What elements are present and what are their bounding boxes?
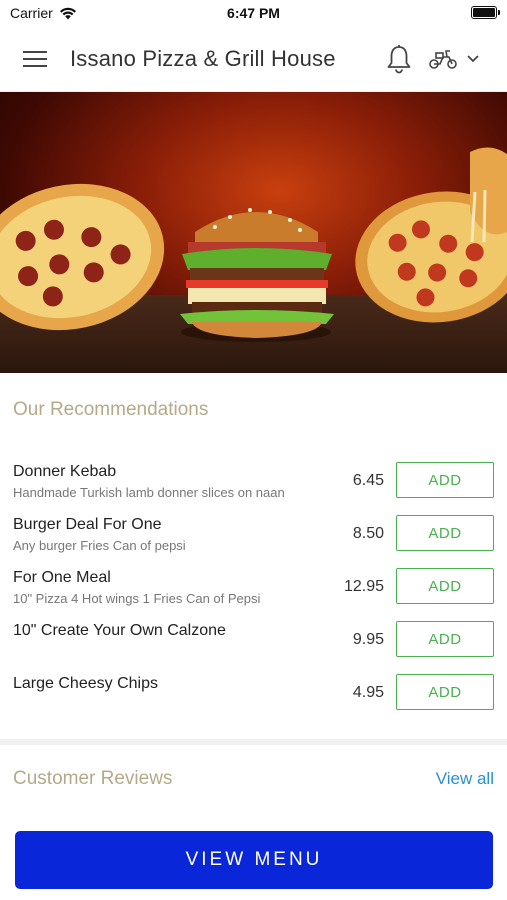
food-banner-image xyxy=(0,147,507,342)
list-item: For One Meal 10" Pizza 4 Hot wings 1 Fri… xyxy=(13,562,494,615)
add-button[interactable]: ADD xyxy=(396,568,494,604)
item-price: 6.45 xyxy=(352,472,384,489)
item-name: Donner Kebab xyxy=(13,463,117,480)
notifications-button[interactable] xyxy=(382,42,416,76)
list-item: Large Cheesy Chips 4.95 ADD xyxy=(13,668,494,721)
hero-banner xyxy=(0,92,507,373)
reviews-title: Customer Reviews xyxy=(13,768,173,789)
status-time: 6:47 PM xyxy=(227,5,280,21)
menu-button[interactable] xyxy=(0,26,70,92)
order-mode-selector[interactable] xyxy=(428,42,492,76)
item-price: 9.95 xyxy=(352,631,384,648)
bell-icon xyxy=(387,45,411,74)
burger-image xyxy=(180,208,334,342)
item-price: 8.50 xyxy=(352,525,384,542)
add-button[interactable]: ADD xyxy=(396,515,494,551)
item-price: 4.95 xyxy=(352,684,384,701)
list-item: 10" Create Your Own Calzone 9.95 ADD xyxy=(13,615,494,668)
recommendations-section: Our Recommendations Donner Kebab Handmad… xyxy=(0,373,507,721)
pizza-left-image xyxy=(0,183,165,331)
item-description: 10" Pizza 4 Hot wings 1 Fries Can of Pep… xyxy=(13,591,261,606)
add-button[interactable]: ADD xyxy=(396,462,494,498)
chevron-down-icon xyxy=(467,55,479,63)
scooter-icon xyxy=(429,50,457,69)
item-name: Burger Deal For One xyxy=(13,516,162,533)
item-description: Any burger Fries Can of pepsi xyxy=(13,538,186,553)
recommendations-title: Our Recommendations xyxy=(13,399,209,420)
item-description: Handmade Turkish lamb donner slices on n… xyxy=(13,485,285,500)
item-name: For One Meal xyxy=(13,569,111,586)
list-item: Donner Kebab Handmade Turkish lamb donne… xyxy=(13,456,494,509)
item-name: 10" Create Your Own Calzone xyxy=(13,622,226,639)
view-menu-button[interactable]: VIEW MENU xyxy=(15,831,493,889)
list-item: Burger Deal For One Any burger Fries Can… xyxy=(13,509,494,562)
app-title: Issano Pizza & Grill House xyxy=(70,45,336,71)
reviews-section: Customer Reviews View all xyxy=(0,745,507,813)
battery-icon xyxy=(471,6,500,19)
status-bar: Carrier 6:47 PM xyxy=(0,0,507,26)
item-name: Large Cheesy Chips xyxy=(13,675,158,692)
item-price: 12.95 xyxy=(343,578,384,595)
app-header: Issano Pizza & Grill House xyxy=(0,26,507,92)
view-all-link[interactable]: View all xyxy=(436,769,494,789)
add-button[interactable]: ADD xyxy=(396,621,494,657)
hamburger-menu-icon xyxy=(23,50,47,67)
add-button[interactable]: ADD xyxy=(396,674,494,710)
